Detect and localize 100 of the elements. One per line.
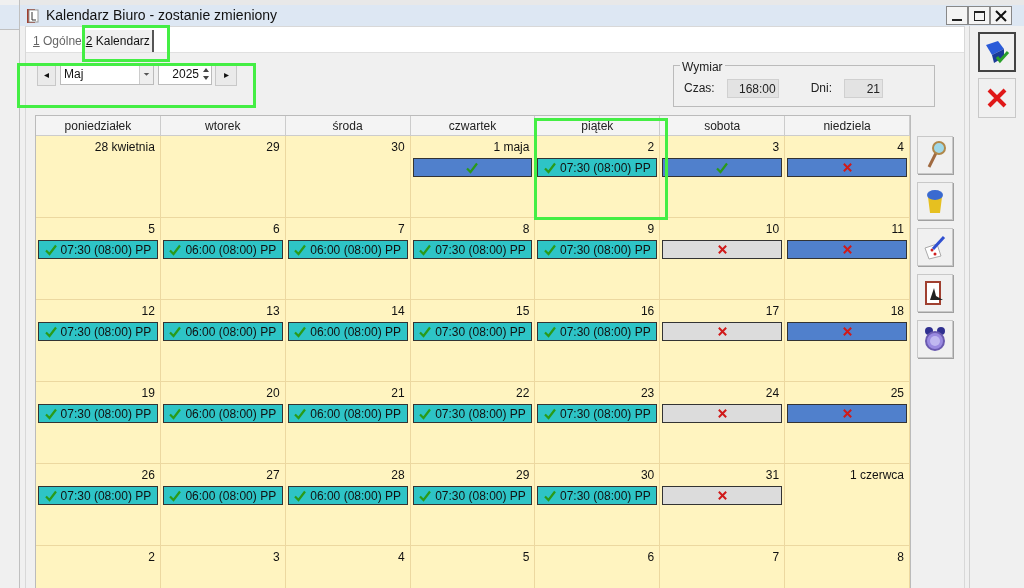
schedule-entry[interactable]: 06:00 (08:00) PP <box>162 240 283 259</box>
schedule-entry[interactable]: 06:00 (08:00) PP <box>287 404 408 423</box>
schedule-entry[interactable]: 07:30 (08:00) PP <box>412 240 533 259</box>
maximize-button[interactable] <box>968 6 990 25</box>
day-cell[interactable]: 16 07:30 (08:00) PP <box>535 300 661 382</box>
day-cell[interactable]: 24 <box>660 382 786 464</box>
day-cell[interactable]: 14 06:00 (08:00) PP <box>285 300 411 382</box>
day-number: 7 <box>772 549 781 564</box>
schedule-entry[interactable]: 06:00 (08:00) PP <box>287 486 408 505</box>
day-number: 20 <box>266 385 281 400</box>
day-number: 24 <box>765 385 781 400</box>
day-cell[interactable]: 18 <box>785 300 910 382</box>
day-cell[interactable]: 15 07:30 (08:00) PP <box>410 300 536 382</box>
schedule-entry[interactable]: 07:30 (08:00) PP <box>38 404 158 423</box>
day-number: 2 <box>647 139 656 154</box>
schedule-entry[interactable]: 06:00 (08:00) PP <box>162 404 283 423</box>
schedule-entry[interactable]: 07:30 (08:00) PP <box>537 240 658 259</box>
schedule-entry[interactable]: 07:30 (08:00) PP <box>412 404 533 423</box>
day-cell[interactable]: 17 <box>660 300 786 382</box>
day-number: 8 <box>522 221 531 236</box>
magnifier-button[interactable] <box>917 136 953 174</box>
day-cell[interactable]: 30 07:30 (08:00) PP <box>535 464 661 546</box>
day-cell[interactable]: 29 <box>160 136 286 218</box>
alarm-clock-button[interactable] <box>917 320 953 358</box>
day-number: 21 <box>391 385 406 400</box>
day-cell[interactable]: 8 07:30 (08:00) PP <box>410 218 536 300</box>
trash-button[interactable] <box>917 182 953 220</box>
day-number: 22 <box>516 385 531 400</box>
schedule-entry[interactable]: 07:30 (08:00) PP <box>412 486 533 505</box>
cross-icon <box>716 244 728 255</box>
day-cell[interactable]: 22 07:30 (08:00) PP <box>410 382 536 464</box>
alarm-clock-icon <box>923 326 947 352</box>
day-cell[interactable]: 10 <box>660 218 786 300</box>
day-cell[interactable]: 28 06:00 (08:00) PP <box>285 464 411 546</box>
day-number: 16 <box>640 303 656 318</box>
day-number: 2 <box>148 549 156 564</box>
day-cell[interactable]: 9 07:30 (08:00) PP <box>535 218 661 300</box>
cancel-button[interactable] <box>978 78 1016 118</box>
schedule-entry[interactable] <box>662 486 783 505</box>
schedule-entry[interactable]: 06:00 (08:00) PP <box>162 486 283 505</box>
schedule-entry[interactable]: 07:30 (08:00) PP <box>537 486 658 505</box>
day-cell[interactable]: 29 07:30 (08:00) PP <box>410 464 536 546</box>
day-cell[interactable]: 27 06:00 (08:00) PP <box>160 464 286 546</box>
schedule-entry[interactable]: 07:30 (08:00) PP <box>38 322 158 341</box>
window-title: Kalendarz Biuro - zostanie zmieniony <box>46 6 278 25</box>
day-cell[interactable]: 13 06:00 (08:00) PP <box>160 300 286 382</box>
schedule-entry[interactable]: 07:30 (08:00) PP <box>537 404 658 423</box>
check-icon <box>419 325 432 338</box>
schedule-entry[interactable] <box>662 240 783 259</box>
day-cell[interactable]: 25 <box>785 382 910 464</box>
day-number: 28 kwietnia <box>94 139 156 154</box>
schedule-entry[interactable]: 07:30 (08:00) PP <box>38 240 158 259</box>
schedule-entry[interactable]: 07:30 (08:00) PP <box>412 322 533 341</box>
day-cell[interactable]: 3 <box>660 136 786 218</box>
close-icon <box>986 87 1008 109</box>
cross-icon <box>841 244 853 255</box>
day-number: 28 <box>391 467 406 482</box>
day-cell[interactable]: 11 <box>785 218 910 300</box>
day-cell[interactable]: 28 kwietnia <box>36 136 161 218</box>
calendar-page-button[interactable] <box>917 274 953 312</box>
schedule-entry[interactable]: 06:00 (08:00) PP <box>287 240 408 259</box>
day-cell[interactable]: 7 06:00 (08:00) PP <box>285 218 411 300</box>
check-icon <box>44 489 57 502</box>
day-number: 5 <box>522 549 531 564</box>
schedule-entry[interactable]: 06:00 (08:00) PP <box>162 322 283 341</box>
day-cell[interactable]: 12 07:30 (08:00) PP <box>36 300 161 382</box>
day-cell[interactable]: 4 <box>785 136 910 218</box>
tab[interactable]: 1 Ogólne <box>31 30 84 52</box>
day-number: 23 <box>640 385 656 400</box>
tab[interactable]: 2 Kalendarz <box>83 30 154 52</box>
day-number: 3 <box>772 139 781 154</box>
schedule-entry[interactable] <box>662 322 783 341</box>
cross-icon <box>841 162 853 173</box>
save-button[interactable] <box>978 32 1016 72</box>
day-cell[interactable]: 2 07:30 (08:00) PP <box>535 136 661 218</box>
checklist-edit-button[interactable] <box>917 228 953 266</box>
day-cell[interactable]: 21 06:00 (08:00) PP <box>285 382 411 464</box>
schedule-entry[interactable]: 07:30 (08:00) PP <box>38 486 158 505</box>
day-number: 7 <box>397 221 406 236</box>
day-cell[interactable]: 19 07:30 (08:00) PP <box>36 382 161 464</box>
day-cell[interactable]: 26 07:30 (08:00) PP <box>36 464 161 546</box>
day-cell[interactable]: 30 <box>285 136 411 218</box>
day-cell[interactable]: 1 czerwca <box>785 464 910 546</box>
schedule-entry[interactable]: 06:00 (08:00) PP <box>287 322 408 341</box>
schedule-entry[interactable] <box>662 158 783 177</box>
day-cell[interactable]: 31 <box>660 464 786 546</box>
check-icon <box>466 161 479 174</box>
schedule-entry[interactable] <box>662 404 783 423</box>
day-number: 1 maja <box>493 139 531 154</box>
day-number: 6 <box>273 221 281 236</box>
day-cell[interactable]: 23 07:30 (08:00) PP <box>535 382 661 464</box>
schedule-entry[interactable]: 07:30 (08:00) PP <box>537 158 658 177</box>
day-cell[interactable]: 5 07:30 (08:00) PP <box>36 218 161 300</box>
close-button[interactable] <box>990 6 1012 25</box>
minimize-button[interactable] <box>946 6 968 25</box>
czas-label: Czas: <box>684 80 715 97</box>
day-cell[interactable]: 20 06:00 (08:00) PP <box>160 382 286 464</box>
day-cell[interactable]: 6 06:00 (08:00) PP <box>160 218 286 300</box>
schedule-entry[interactable]: 07:30 (08:00) PP <box>537 322 658 341</box>
day-number: 25 <box>890 385 905 400</box>
